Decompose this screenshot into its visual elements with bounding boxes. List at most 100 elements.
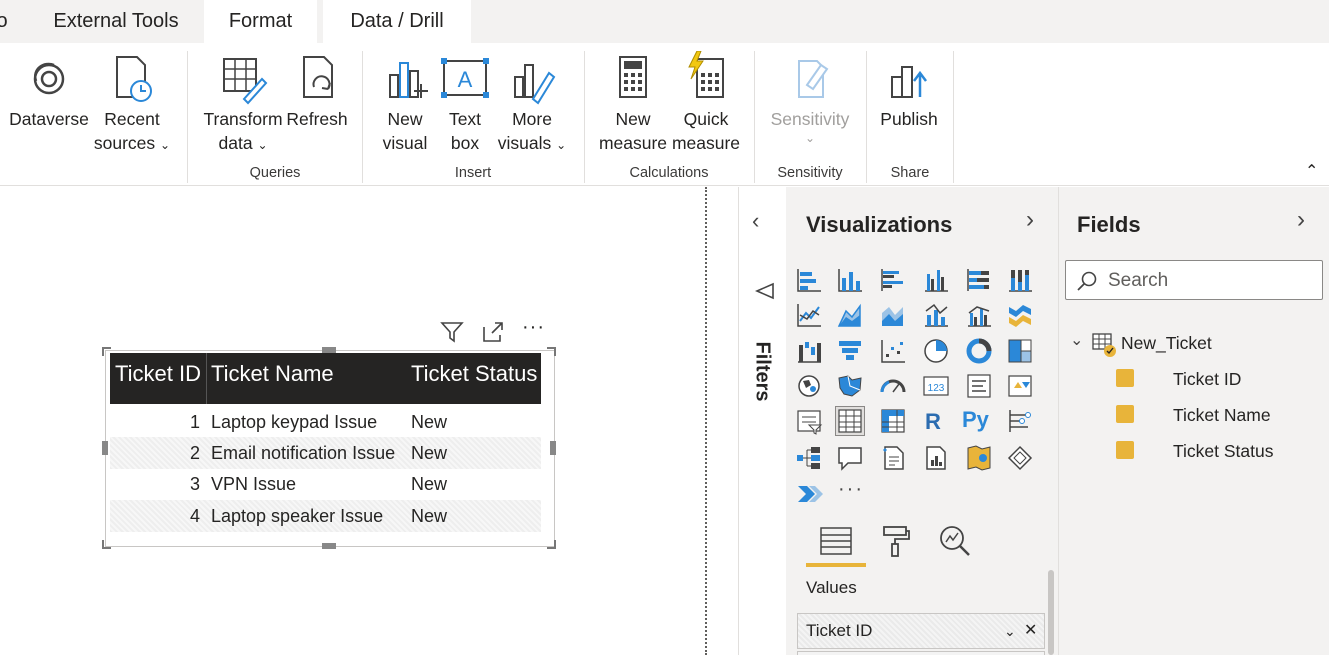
ribbon-chart-icon[interactable] xyxy=(1006,301,1034,329)
recent-sources-icon xyxy=(116,56,152,102)
table-row: 4 Laptop speaker Issue New xyxy=(110,500,541,532)
paginated-report-icon[interactable] xyxy=(922,444,950,472)
resize-handle[interactable] xyxy=(102,441,108,455)
new-measure-button[interactable]: New measure xyxy=(596,51,670,155)
tab-partial[interactable]: o xyxy=(0,0,10,43)
kpi-icon[interactable] xyxy=(1006,372,1034,400)
chevron-down-icon: ⌄ xyxy=(556,138,567,152)
ribbon: Dataverse Recent sources ⌄ Transform dat… xyxy=(0,43,1329,186)
close-icon[interactable]: ✕ xyxy=(1024,614,1037,648)
map-icon[interactable] xyxy=(795,372,823,400)
format-paint-roller-icon[interactable] xyxy=(878,524,912,558)
line-and-stacked-column-chart-icon[interactable] xyxy=(922,301,950,329)
scrollbar[interactable] xyxy=(1048,570,1054,655)
stacked-area-chart-icon[interactable] xyxy=(879,301,907,329)
new-visual-button[interactable]: New visual xyxy=(376,51,434,155)
decomposition-tree-icon[interactable] xyxy=(795,444,823,472)
ribbon-separator xyxy=(754,51,755,183)
field-item[interactable]: Ticket Status xyxy=(1173,441,1274,462)
funnel-chart-icon[interactable] xyxy=(836,337,864,365)
field-checkbox[interactable] xyxy=(1116,369,1134,387)
refresh-button[interactable]: Refresh xyxy=(286,51,348,131)
scatter-chart-icon[interactable] xyxy=(879,337,907,365)
waterfall-chart-icon[interactable] xyxy=(795,337,823,365)
field-checkbox[interactable] xyxy=(1116,405,1134,423)
field-item[interactable]: Ticket Name xyxy=(1173,405,1271,426)
power-automate-icon[interactable] xyxy=(795,480,823,508)
matrix-icon[interactable] xyxy=(879,407,907,435)
active-tab-indicator xyxy=(806,563,866,567)
resize-handle[interactable] xyxy=(322,543,336,549)
resize-handle[interactable] xyxy=(102,540,111,549)
azure-map-icon[interactable] xyxy=(965,444,993,472)
clustered-column-chart-icon[interactable] xyxy=(922,266,950,294)
table-visual-icon[interactable] xyxy=(835,406,865,436)
tab-format[interactable]: Format xyxy=(204,0,317,43)
100-stacked-bar-chart-icon[interactable] xyxy=(965,266,993,294)
table-row: 1 Laptop keypad Issue New xyxy=(189,412,448,432)
donut-chart-icon[interactable] xyxy=(965,337,993,365)
python-visual-icon[interactable]: Py xyxy=(962,407,989,433)
fields-tab-icon[interactable] xyxy=(817,524,855,558)
ribbon-separator xyxy=(866,51,867,183)
search-icon xyxy=(1077,271,1097,291)
slicer-icon[interactable] xyxy=(795,407,823,435)
power-apps-icon[interactable] xyxy=(1006,444,1034,472)
collapse-visualizations-icon[interactable]: › xyxy=(1026,206,1034,234)
stacked-column-chart-icon[interactable] xyxy=(836,266,864,294)
column-header[interactable]: Ticket Status xyxy=(411,361,537,387)
smart-narrative-icon[interactable] xyxy=(879,444,907,472)
more-options-icon[interactable]: ··· xyxy=(522,316,545,339)
field-well-item[interactable]: Ticket ID ⌄ ✕ xyxy=(797,613,1045,649)
group-label-insert: Insert xyxy=(454,165,492,181)
transform-data-button[interactable]: Transform data ⌄ xyxy=(200,51,286,157)
r-script-visual-icon[interactable]: R xyxy=(925,409,941,435)
filter-icon[interactable] xyxy=(440,321,464,343)
filled-map-icon[interactable] xyxy=(836,372,864,400)
collapse-ribbon-icon[interactable]: ⌃ xyxy=(1305,161,1318,181)
tab-external-tools[interactable]: External Tools xyxy=(40,0,192,43)
refresh-icon xyxy=(303,56,333,98)
field-item[interactable]: Ticket ID xyxy=(1173,369,1241,390)
qna-icon[interactable] xyxy=(836,444,864,472)
column-header[interactable]: Ticket Name xyxy=(211,361,334,387)
dataverse-button[interactable]: Dataverse xyxy=(8,51,90,131)
publish-button[interactable]: Publish xyxy=(876,51,942,131)
pie-chart-icon[interactable] xyxy=(922,337,950,365)
quick-measure-button[interactable]: Quick measure xyxy=(670,51,742,155)
collapse-fields-icon[interactable]: › xyxy=(1297,206,1305,234)
more-visuals-button[interactable]: More visuals ⌄ xyxy=(494,51,570,157)
filters-label[interactable]: Filters xyxy=(751,342,774,402)
sensitivity-button[interactable]: Sensitivity ⌄ xyxy=(764,51,856,145)
line-and-clustered-column-chart-icon[interactable] xyxy=(965,301,993,329)
100-stacked-column-chart-icon[interactable] xyxy=(1006,266,1034,294)
new-visual-icon xyxy=(389,62,428,98)
analytics-magnifier-icon[interactable] xyxy=(938,524,972,558)
key-influencers-icon[interactable] xyxy=(1006,407,1034,435)
chevron-down-icon[interactable]: ⌄ xyxy=(1004,614,1016,648)
column-divider xyxy=(206,353,207,404)
multi-row-card-icon[interactable] xyxy=(965,372,993,400)
expand-filters-icon[interactable]: ‹ xyxy=(752,208,759,234)
column-header[interactable]: Ticket ID xyxy=(115,361,201,387)
chevron-down-icon[interactable]: ⌄ xyxy=(1070,330,1083,350)
search-input[interactable] xyxy=(1065,260,1323,300)
recent-sources-button[interactable]: Recent sources ⌄ xyxy=(92,51,172,157)
resize-handle[interactable] xyxy=(547,540,556,549)
table-name[interactable]: New_Ticket xyxy=(1121,333,1212,354)
tab-data-drill[interactable]: Data / Drill xyxy=(323,0,471,43)
area-chart-icon[interactable] xyxy=(836,301,864,329)
line-chart-icon[interactable] xyxy=(795,301,823,329)
resize-handle[interactable] xyxy=(550,441,556,455)
card-icon[interactable]: 123 xyxy=(922,372,950,400)
chevron-down-icon: ⌄ xyxy=(804,131,816,145)
text-box-button[interactable]: A Text box xyxy=(438,51,492,155)
clustered-bar-chart-icon[interactable] xyxy=(879,266,907,294)
stacked-bar-chart-icon[interactable] xyxy=(795,266,823,294)
field-checkbox[interactable] xyxy=(1116,441,1134,459)
resize-handle[interactable] xyxy=(547,347,556,356)
more-visuals-ellipsis-icon[interactable]: ··· xyxy=(838,478,864,501)
treemap-icon[interactable] xyxy=(1006,337,1034,365)
focus-mode-icon[interactable] xyxy=(482,321,506,343)
gauge-icon[interactable] xyxy=(879,372,907,400)
